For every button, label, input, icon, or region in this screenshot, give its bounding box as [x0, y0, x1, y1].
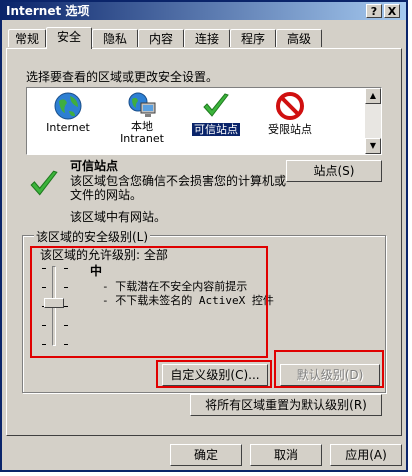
- restricted-icon: [276, 92, 304, 120]
- title-bar: Internet 选项 ? X: [2, 2, 406, 20]
- zone-restricted-label: 受限站点: [268, 123, 312, 136]
- trusted-zone-checkmark-icon: [30, 170, 58, 196]
- tab-programs[interactable]: 程序: [230, 29, 276, 47]
- scroll-down-icon[interactable]: ▼: [365, 138, 381, 154]
- zone-restricted-sites[interactable]: 受限站点: [255, 91, 325, 151]
- sites-button[interactable]: 站点(S): [286, 160, 382, 182]
- cancel-button[interactable]: 取消: [250, 444, 322, 466]
- zone-internet[interactable]: Internet: [33, 91, 103, 151]
- tab-general[interactable]: 常规: [8, 29, 46, 47]
- zone-description-line2: 文件的网站。: [70, 188, 143, 202]
- zone-local-intranet[interactable]: 本地 Intranet: [107, 91, 177, 151]
- zone-intranet-label: 本地 Intranet: [120, 120, 164, 145]
- intranet-icon: [128, 92, 156, 117]
- apply-button[interactable]: 应用(A): [330, 444, 402, 466]
- tab-advanced[interactable]: 高级: [276, 29, 322, 47]
- zone-list: Internet 本地 Intranet 可信站点 受限站点 ▲ ▼: [26, 87, 382, 155]
- zone-instruction: 选择要查看的区域或更改安全设置。: [26, 70, 219, 84]
- globe-icon: [54, 92, 82, 120]
- highlight-box-custom-level: [156, 360, 272, 388]
- zone-trusted-sites[interactable]: 可信站点: [181, 91, 251, 151]
- close-button[interactable]: X: [384, 4, 400, 18]
- tab-connections[interactable]: 连接: [184, 29, 230, 47]
- tab-security[interactable]: 安全: [46, 27, 92, 49]
- zone-trusted-label: 可信站点: [192, 123, 240, 136]
- internet-options-dialog: Internet 选项 ? X 常规 安全 隐私 内容 连接 程序 高级 选择要…: [0, 0, 408, 472]
- ok-button[interactable]: 确定: [170, 444, 242, 466]
- checkmark-icon: [203, 93, 229, 117]
- tab-privacy[interactable]: 隐私: [92, 29, 138, 47]
- zone-list-scrollbar[interactable]: ▲ ▼: [365, 88, 381, 154]
- help-button[interactable]: ?: [366, 4, 382, 18]
- tab-content[interactable]: 内容: [138, 29, 184, 47]
- window-title: Internet 选项: [6, 4, 90, 18]
- security-level-group-title: 该区域的安全级别(L): [34, 228, 151, 245]
- scroll-up-icon[interactable]: ▲: [365, 88, 381, 104]
- zone-internet-label: Internet: [46, 121, 90, 134]
- highlight-box-level-area: [30, 246, 268, 358]
- reset-all-zones-button[interactable]: 将所有区域重置为默认级别(R): [190, 394, 382, 416]
- zone-status: 该区域中有网站。: [70, 210, 167, 224]
- highlight-box-default-level: [274, 350, 384, 388]
